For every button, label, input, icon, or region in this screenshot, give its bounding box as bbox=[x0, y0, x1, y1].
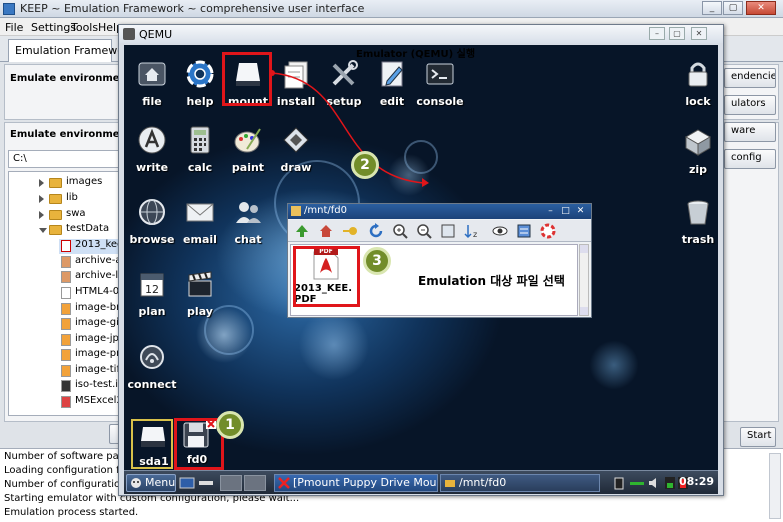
qemu-title-bar: QEMU – ▢ ✕ bbox=[119, 25, 723, 43]
file-manager-window: /mnt/fd0 – □ ✕ z PDF 2013_KEE.PDF 3 Emul… bbox=[287, 203, 592, 318]
fm-maximize-button[interactable]: □ bbox=[560, 206, 571, 217]
show-hidden-eye-icon[interactable] bbox=[492, 223, 508, 239]
fm-close-button[interactable]: ✕ bbox=[575, 206, 586, 217]
scroll-up-icon[interactable] bbox=[580, 245, 588, 253]
up-arrow-icon[interactable] bbox=[294, 223, 310, 239]
log-line: Emulation process started. bbox=[4, 507, 139, 518]
maximize-button[interactable]: ▢ bbox=[723, 1, 743, 15]
menu-file[interactable]: File bbox=[5, 21, 23, 34]
folder-icon bbox=[49, 210, 62, 220]
expand-arrow-icon[interactable] bbox=[39, 195, 44, 203]
menu-tools[interactable]: Tools bbox=[71, 21, 98, 34]
minimize-button[interactable]: _ bbox=[702, 1, 722, 15]
help-lifebuoy-icon[interactable] bbox=[540, 223, 556, 239]
task-pmount[interactable]: [Pmount Puppy Drive Mou bbox=[274, 474, 438, 492]
highlight-pdf-file bbox=[293, 246, 360, 307]
volume-icon[interactable] bbox=[647, 476, 661, 490]
cpu-meter-icon bbox=[665, 477, 675, 489]
drive-sda1[interactable]: sda1 bbox=[131, 419, 173, 469]
hard-drive-icon bbox=[141, 427, 165, 447]
archive-file-icon bbox=[61, 256, 71, 268]
pmount-icon bbox=[278, 477, 290, 489]
qemu-close-button[interactable]: ✕ bbox=[691, 27, 707, 40]
collapse-arrow-icon[interactable] bbox=[39, 228, 47, 233]
guest-desktop[interactable]: Emulator (QEMU) 실행 file help mount insta… bbox=[124, 45, 718, 494]
pager-desk-1[interactable] bbox=[220, 475, 242, 491]
path-combobox[interactable]: C:\ bbox=[8, 150, 123, 168]
pdf-file-icon bbox=[61, 240, 71, 252]
image-file-icon bbox=[61, 365, 71, 377]
image-file-icon bbox=[61, 334, 71, 346]
folder-icon bbox=[291, 206, 301, 216]
expand-arrow-icon[interactable] bbox=[39, 211, 44, 219]
puppy-logo-icon bbox=[131, 478, 141, 488]
expand-arrow-icon[interactable] bbox=[39, 179, 44, 187]
fm-minimize-button[interactable]: – bbox=[545, 206, 556, 217]
view-icon[interactable] bbox=[440, 223, 456, 239]
keep-app-icon bbox=[3, 3, 15, 15]
file-tree[interactable]: images lib swa testData 2013_keep archiv… bbox=[8, 171, 123, 416]
archive-file-icon bbox=[61, 271, 71, 283]
file-manager-toolbar: z bbox=[288, 220, 591, 242]
menu-start-button[interactable]: Menu bbox=[126, 474, 176, 492]
qemu-window: QEMU – ▢ ✕ Emulator (QEMU) 실행 file help … bbox=[118, 24, 724, 496]
image-file-icon bbox=[61, 318, 71, 330]
home-icon[interactable] bbox=[318, 223, 334, 239]
close-button[interactable]: ✕ bbox=[746, 1, 776, 15]
guest-taskbar: Menu [Pmount Puppy Drive Mou /mnt/fd0 08… bbox=[124, 470, 718, 494]
scroll-down-icon[interactable] bbox=[580, 307, 588, 315]
folder-icon bbox=[445, 480, 455, 487]
iso-file-icon bbox=[61, 380, 71, 392]
task-mnt-fd0[interactable]: /mnt/fd0 bbox=[440, 474, 600, 492]
quick-launch-icon[interactable] bbox=[179, 476, 195, 490]
qemu-maximize-button[interactable]: ▢ bbox=[669, 27, 685, 40]
bookmark-key-icon[interactable] bbox=[342, 223, 358, 239]
annotation-select-file: Emulation 대상 파일 선택 bbox=[418, 274, 565, 288]
qemu-app-icon bbox=[123, 28, 135, 40]
pager-desk-2[interactable] bbox=[244, 475, 266, 491]
emulators-button[interactable]: ulators bbox=[724, 95, 776, 115]
qemu-window-title: QEMU bbox=[139, 28, 173, 41]
svg-text:z: z bbox=[473, 230, 477, 239]
file-manager-scrollbar[interactable] bbox=[579, 244, 589, 316]
show-desktop-icon[interactable] bbox=[198, 476, 214, 490]
zoom-in-icon[interactable] bbox=[392, 223, 408, 239]
step-1-marker: 1 bbox=[216, 411, 244, 439]
software-button[interactable]: ware bbox=[724, 122, 776, 142]
menu-settings[interactable]: Settings bbox=[31, 21, 76, 34]
config-button[interactable]: config bbox=[724, 149, 776, 169]
zoom-out-icon[interactable] bbox=[416, 223, 432, 239]
host-title-bar: KEEP ~ Emulation Framework ~ comprehensi… bbox=[0, 0, 783, 18]
folder-open-icon bbox=[49, 225, 62, 235]
log-scrollbar[interactable] bbox=[769, 453, 781, 519]
folder-icon bbox=[49, 178, 62, 188]
image-file-icon bbox=[61, 349, 71, 361]
start-button[interactable]: Start bbox=[740, 427, 776, 447]
tab-emulation-framework[interactable]: Emulation Framework bbox=[8, 39, 135, 62]
excel-file-icon bbox=[61, 396, 71, 408]
host-window-title: KEEP ~ Emulation Framework ~ comprehensi… bbox=[20, 2, 365, 15]
tree-item-selected[interactable]: 2013_keep bbox=[59, 239, 122, 254]
step-3-marker: 3 bbox=[363, 247, 391, 275]
qemu-minimize-button[interactable]: – bbox=[649, 27, 665, 40]
file-manager-title: /mnt/fd0 bbox=[304, 205, 347, 216]
file-manager-content[interactable]: PDF 2013_KEE.PDF 3 Emulation 대상 파일 선택 bbox=[290, 244, 578, 316]
sort-icon[interactable]: z bbox=[464, 223, 480, 239]
refresh-icon[interactable] bbox=[368, 223, 384, 239]
details-view-icon[interactable] bbox=[516, 223, 532, 239]
step-2-marker: 2 bbox=[351, 151, 379, 179]
file-manager-title-bar: /mnt/fd0 – □ ✕ bbox=[288, 204, 591, 219]
folder-icon bbox=[49, 194, 62, 204]
network-icon[interactable] bbox=[629, 476, 645, 490]
clock[interactable]: 08:29 bbox=[679, 475, 714, 488]
html-file-icon bbox=[61, 287, 71, 299]
image-file-icon bbox=[61, 303, 71, 315]
battery-icon[interactable] bbox=[614, 476, 624, 490]
dependencies-button[interactable]: endencies bbox=[724, 68, 776, 88]
